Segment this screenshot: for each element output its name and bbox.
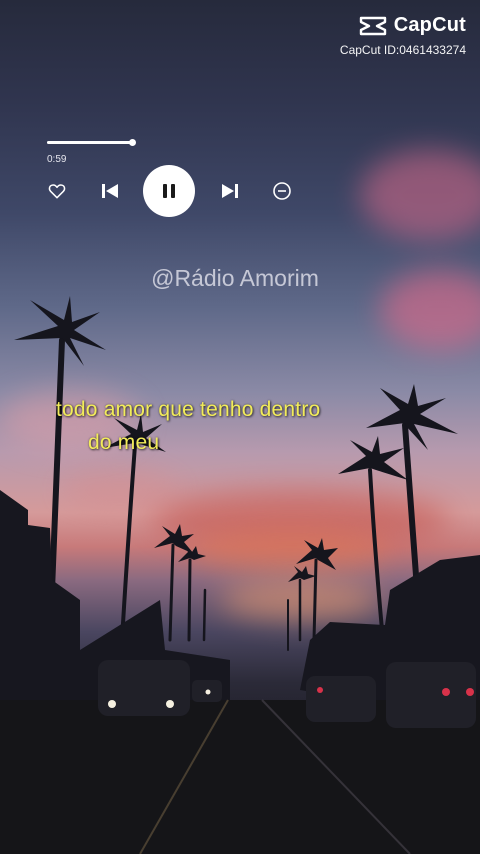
progress-bar[interactable] [47,139,136,146]
heart-icon[interactable] [46,180,68,202]
street-silhouette [0,296,480,854]
elapsed-time: 0:59 [47,154,67,165]
lyric-line-1: todo amor que tenho dentro [56,398,321,421]
capcut-brand: CapCut [393,14,466,36]
capcut-id: CapCut ID:0461433274 [339,43,466,57]
minus-circle-icon[interactable] [271,180,293,202]
previous-icon[interactable] [100,181,120,201]
capcut-watermark: CapCut CapCut ID:0461433274 [340,14,466,57]
capcut-icon [359,16,386,35]
progress-knob[interactable] [129,139,136,146]
pause-icon [163,184,175,198]
lyric-line-2: do meu [88,431,160,454]
next-icon[interactable] [220,181,240,201]
progress-fill [47,141,133,144]
capcut-logo: CapCut [340,14,466,37]
pause-button[interactable] [143,165,195,217]
background-photo [0,0,480,854]
progress-track [47,139,136,146]
channel-handle: @Rádio Amorim [151,265,319,291]
